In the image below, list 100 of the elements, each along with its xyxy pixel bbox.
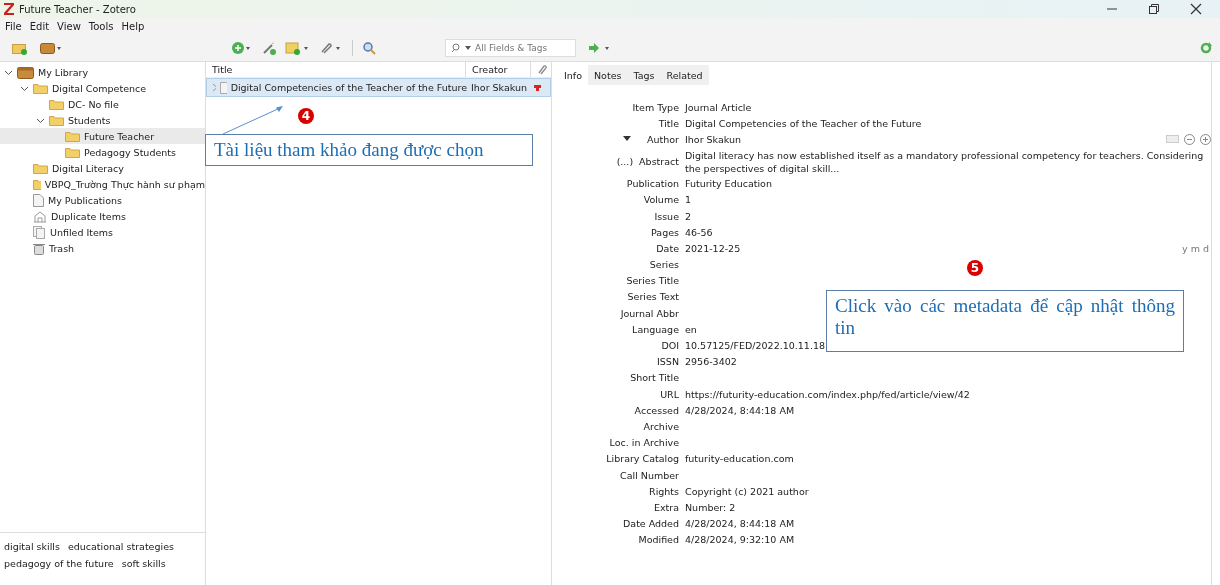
field-value[interactable]: 2956-3402 [685,356,737,368]
field-value[interactable]: 2 [685,210,692,222]
triangle-icon[interactable] [623,136,631,143]
collection-tree-item[interactable]: Trash [0,240,205,256]
field-value[interactable]: 4/28/2024, 9:32:10 AM [685,534,795,546]
plus-icon[interactable] [1200,133,1211,145]
folder-icon [33,82,48,94]
field-label: Date [656,242,679,254]
field-label: Title [658,117,679,129]
collection-tree-item[interactable]: DC- No file [0,96,205,112]
folder-icon [49,114,64,126]
table-cell: Digital Competencies of the Teacher of the Future [230,82,467,93]
callout-box: Click vào các metadata để cập nhật thông tin [826,290,1184,352]
field-label: Extra [653,501,679,513]
tag[interactable]: educational strategies [67,541,174,558]
field-value[interactable]: Number: 2 [685,501,736,513]
unfiled-icon [33,225,46,239]
table-cell-text: Ihor Skakun [470,82,528,93]
folder-icon [49,98,64,110]
paperclip-icon[interactable] [537,64,547,75]
collection-tree-item[interactable]: My Publications [0,192,205,208]
field-label: Loc. in Archive [609,437,679,449]
document-icon [220,81,227,94]
collection-tree-item[interactable]: Students [0,112,205,128]
tab[interactable]: Tags [627,65,661,85]
close-icon[interactable] [1190,3,1202,15]
field-value[interactable]: 2021-12-25 [685,242,741,254]
search-box[interactable]: All Fields & Tags [445,39,576,57]
column-header[interactable]: Title [206,62,466,77]
field-value[interactable]: 46-56 [685,226,713,238]
folder-icon [65,130,80,142]
minus-icon[interactable] [1184,133,1195,145]
collection-tree-item[interactable]: Digital Literacy [0,160,205,176]
collection-tree-item[interactable]: VBPQ_Trường Thực hành sư phạm [0,176,205,192]
restore-icon[interactable] [1148,3,1160,15]
locate-arrow-icon[interactable] [588,42,612,54]
folder-icon [65,146,80,158]
search-icon[interactable] [451,43,461,53]
field-value[interactable]: Futurity Education [685,178,772,190]
sync-icon[interactable] [1200,42,1212,54]
field-value[interactable]: Digital Competencies of the Teacher of the Future [685,117,922,129]
field-label: DOI [661,340,679,352]
add-note-icon[interactable] [284,41,311,55]
switch-field-icon[interactable] [1166,135,1179,144]
tag[interactable]: pedagogy of the future [4,558,114,575]
field-value[interactable]: 4/28/2024, 8:44:18 AM [685,404,795,416]
search-icon[interactable] [362,41,376,55]
menu-item[interactable]: File [5,21,22,32]
add-item-icon[interactable] [231,41,253,55]
tag[interactable]: digital skills [4,541,60,558]
field-value[interactable]: Digital literacy has now established itself as a mandatory professional competency for teachers. Considering the perspectives of digital skill... [685,147,1211,176]
arrow [222,105,284,135]
callout-box: Tài liệu tham khảo đang được chọn [205,134,533,166]
field-value[interactable]: https://futurity-education.com/index.php/fed/article/view/42 [685,388,970,400]
field-label: Accessed [634,404,679,416]
field-label: Publication [626,178,679,190]
tab[interactable]: Notes [588,65,628,85]
number-badge: 4 [298,108,314,124]
field-label: Date Added [623,518,679,530]
field-value[interactable]: 10.57125/FED/2022.10.11.18 [685,340,825,352]
menu-item[interactable]: Tools [88,21,114,32]
field-label: Call Number [620,469,679,481]
trash-icon [33,241,45,255]
folder-icon [33,178,41,190]
field-label: Journal Abbr [620,307,679,319]
field-value[interactable]: Copyright (c) 2021 author [685,485,809,497]
field-value[interactable]: Journal Article [685,101,752,113]
field-value[interactable]: futurity-education.com [685,453,794,465]
menu-item[interactable]: Edit [29,21,50,32]
tab[interactable]: Related [660,65,709,85]
folder-icon [33,162,48,174]
duplicate-icon [33,209,47,223]
field-label: Series Title [626,275,679,287]
collection-tree-item[interactable]: Duplicate Items [0,208,205,224]
field-label: Archive [643,420,679,432]
library-dropdown-icon[interactable] [40,41,62,55]
new-collection-icon[interactable] [12,41,28,55]
field-label: Pages [651,226,679,238]
field-label: Modified [638,534,679,546]
collection-tree-item[interactable]: Digital Competence [0,80,205,96]
collection-tree-item[interactable]: Pedagogy Students [0,144,205,160]
item-row[interactable]: Digital Competencies of the Teacher of the Future Ihor Skakun [206,78,551,97]
magic-wand-icon[interactable] [261,41,276,55]
expand-toggle[interactable]: (...) [616,156,634,168]
tag[interactable]: soft skills [121,558,166,575]
field-label: ISSN [657,356,679,368]
field-label: Language [632,323,679,335]
column-header[interactable]: Creator [466,62,531,77]
field-label: Rights [649,485,679,497]
field-label: Volume [643,194,679,206]
field-value[interactable]: 4/28/2024, 8:44:18 AM [685,518,795,530]
caret-icon[interactable] [464,44,472,52]
field-value[interactable]: Ihor Skakun [685,133,741,145]
menu-item[interactable]: View [57,21,81,32]
collection-tree-item[interactable]: Future Teacher [0,128,205,144]
field-value[interactable]: 1 [685,194,692,206]
collection-tree-item[interactable]: Unfiled Items [0,224,205,240]
field-value[interactable]: en [685,323,697,335]
collection-tree-item[interactable]: My Library [0,64,205,80]
menu-item[interactable]: Help [121,21,145,32]
